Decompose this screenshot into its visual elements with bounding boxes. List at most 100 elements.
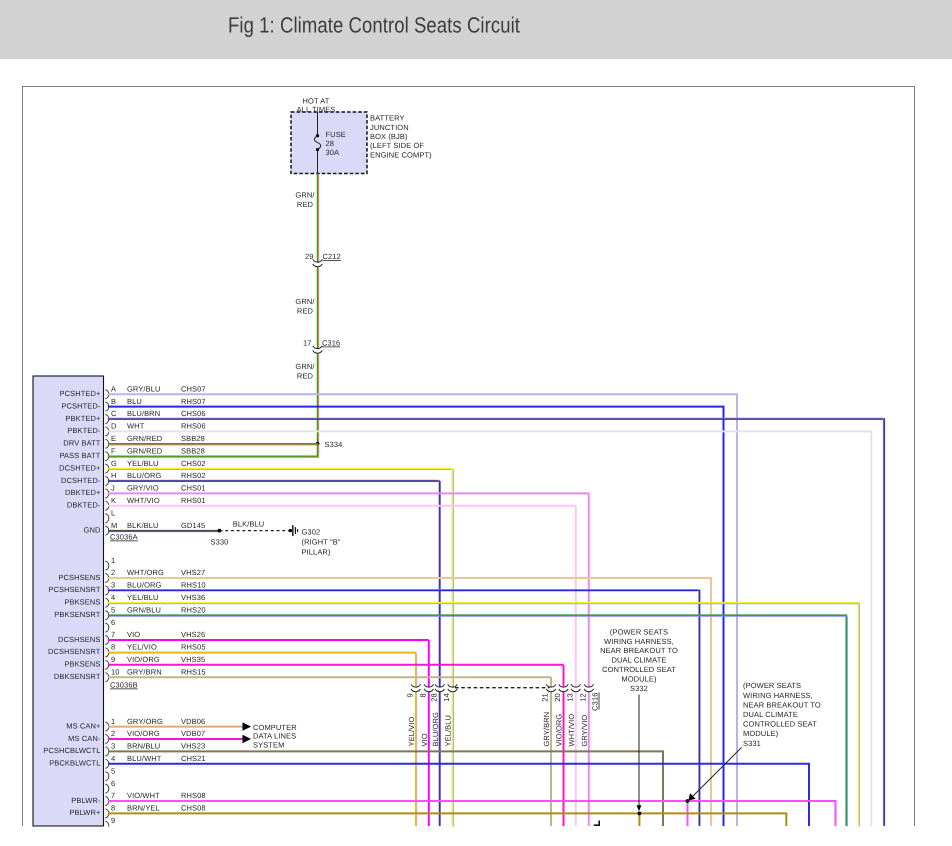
svg-text:GD145: GD145 [181,521,205,530]
svg-text:BATTERY: BATTERY [370,114,405,123]
svg-text:C316: C316 [322,339,340,348]
svg-text:GRN/: GRN/ [295,297,315,306]
svg-text:2: 2 [111,568,115,577]
svg-text:9: 9 [405,693,414,697]
svg-text:S334: S334 [325,440,343,449]
svg-text:COMPUTER: COMPUTER [253,723,297,732]
svg-text:21: 21 [541,693,550,702]
svg-text:7: 7 [111,791,115,800]
svg-text:JUNCTION: JUNCTION [370,123,409,132]
svg-text:C212: C212 [323,252,341,261]
svg-text:PILLAR): PILLAR) [302,548,331,557]
svg-text:A: A [111,384,116,393]
svg-text:L: L [111,508,115,517]
svg-text:GRY/VIO: GRY/VIO [580,715,589,747]
svg-text:WHT/ORG: WHT/ORG [127,568,164,577]
svg-text:GRN/: GRN/ [295,191,315,200]
svg-text:CHS06: CHS06 [181,409,206,418]
svg-text:GRN/: GRN/ [295,362,315,371]
svg-text:SBB28: SBB28 [181,434,205,443]
svg-text:GRY/BLU: GRY/BLU [127,384,161,393]
svg-text:DUAL CLIMATE: DUAL CLIMATE [612,656,667,665]
svg-text:BRN/YEL: BRN/YEL [127,804,160,813]
svg-text:CHS21: CHS21 [181,754,206,763]
svg-text:PBLWR-: PBLWR- [71,796,101,805]
svg-text:PCSHTED+: PCSHTED+ [59,389,101,398]
svg-text:S330: S330 [211,538,229,547]
svg-text:CHS01: CHS01 [181,484,206,493]
svg-text:YEL/VIO: YEL/VIO [127,643,157,652]
svg-text:Fig 1: Climate Control Seats C: Fig 1: Climate Control Seats Circuit [228,13,520,38]
svg-text:GND: GND [84,525,101,534]
svg-text:BRN/BLU: BRN/BLU [127,742,160,751]
svg-text:1: 1 [111,556,115,565]
svg-text:E: E [111,434,116,443]
svg-text:VIO/WHT: VIO/WHT [127,791,160,800]
svg-text:RHS20: RHS20 [181,605,206,614]
svg-text:DCSHTED+: DCSHTED+ [59,463,101,472]
svg-text:VHS35: VHS35 [181,655,205,664]
svg-text:30A: 30A [326,148,340,157]
svg-text:3: 3 [111,581,115,590]
svg-text:WIRING HARNESS,: WIRING HARNESS, [604,637,674,646]
svg-text:SYSTEM: SYSTEM [253,740,284,749]
svg-text:CHS08: CHS08 [181,804,206,813]
svg-text:G: G [111,459,117,468]
svg-text:RHS01: RHS01 [181,496,206,505]
svg-text:BLK/BLU: BLK/BLU [233,520,265,529]
svg-text:BLU/ORG: BLU/ORG [127,581,162,590]
svg-text:DRV BATT: DRV BATT [63,439,101,448]
svg-text:FUSE: FUSE [326,130,346,139]
svg-text:VIO: VIO [420,733,429,746]
svg-text:RHS02: RHS02 [181,471,206,480]
svg-text:C: C [111,409,117,418]
svg-text:DCSHSENSRT: DCSHSENSRT [48,647,101,656]
svg-text:VIO: VIO [127,630,140,639]
svg-text:VHS23: VHS23 [181,742,205,751]
svg-text:BLU/WHT: BLU/WHT [127,754,162,763]
svg-text:RED: RED [297,372,314,381]
svg-text:GRY/BRN: GRY/BRN [542,712,551,747]
svg-text:PCSHSENS: PCSHSENS [58,573,100,582]
svg-text:BLU/BRN: BLU/BRN [127,409,160,418]
svg-text:(POWER SEATS: (POWER SEATS [610,627,668,636]
svg-text:(POWER SEATS: (POWER SEATS [743,681,801,690]
svg-text:J: J [111,484,115,493]
svg-text:DCSHTED-: DCSHTED- [61,476,101,485]
svg-text:ENGINE COMPT): ENGINE COMPT) [370,150,432,159]
svg-text:4: 4 [111,754,115,763]
svg-text:2: 2 [111,729,115,738]
svg-text:5: 5 [111,766,115,775]
svg-text:GRY/BRN: GRY/BRN [127,667,162,676]
svg-text:VHS27: VHS27 [181,568,205,577]
svg-text:RHS05: RHS05 [181,643,206,652]
svg-text:WHT: WHT [127,422,145,431]
svg-text:RHS08: RHS08 [181,791,206,800]
svg-text:14: 14 [442,693,451,702]
svg-text:(RIGHT "B": (RIGHT "B" [302,538,341,547]
svg-text:DBKSENSRT: DBKSENSRT [54,672,101,681]
svg-text:MS CAN-: MS CAN- [68,734,101,743]
svg-text:K: K [111,496,116,505]
svg-text:GRY/VIO: GRY/VIO [127,484,159,493]
svg-text:WHT/VIO: WHT/VIO [127,496,160,505]
svg-text:WIRING HARNESS,: WIRING HARNESS, [743,691,813,700]
svg-text:MODULE): MODULE) [621,674,657,683]
svg-text:9: 9 [111,816,115,825]
svg-text:6: 6 [111,618,115,627]
svg-text:YEL/BLU: YEL/BLU [444,715,453,747]
svg-text:DUAL CLIMATE: DUAL CLIMATE [743,710,798,719]
svg-text:RHS15: RHS15 [181,667,206,676]
svg-text:8: 8 [111,643,115,652]
svg-text:M: M [111,521,117,530]
svg-text:CHS02: CHS02 [181,459,206,468]
svg-text:PCSHTED-: PCSHTED- [61,401,101,410]
svg-text:YEL/BLU: YEL/BLU [127,459,159,468]
svg-text:CONTROLLED SEAT: CONTROLLED SEAT [602,665,676,674]
svg-text:NEAR BREAKOUT TO: NEAR BREAKOUT TO [600,646,678,655]
svg-text:WHT/VIO: WHT/VIO [567,714,576,747]
svg-text:8: 8 [111,804,115,813]
svg-text:6: 6 [111,779,115,788]
svg-text:GRN/BLU: GRN/BLU [127,605,161,614]
svg-text:13: 13 [565,693,574,702]
